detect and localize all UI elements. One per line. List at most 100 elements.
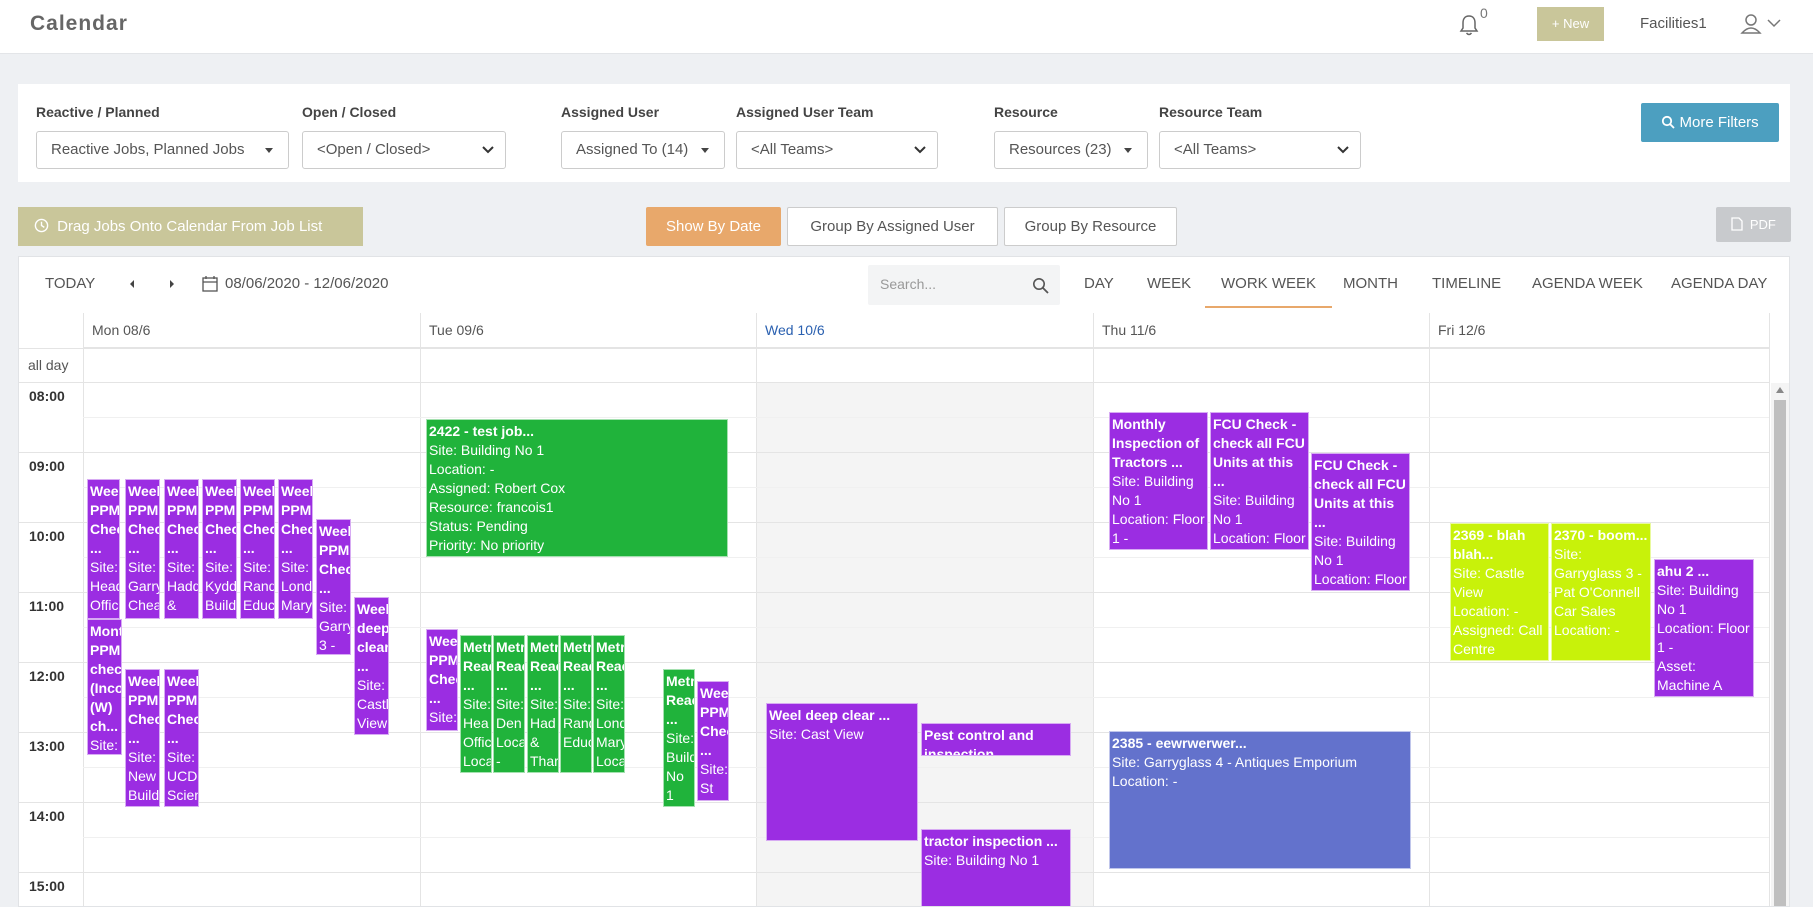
event-title: Weel PPM Chec ... [243,483,275,556]
event-title: Weel deep clear ... [769,707,891,723]
calendar-event[interactable]: Metr Reac ... Site: Had & Thar [527,635,559,773]
resource-dropdown[interactable]: Resources (23) [994,131,1148,169]
scroll-thumb[interactable] [1774,400,1786,906]
calendar-icon[interactable] [202,275,218,292]
view-day[interactable]: DAY [1084,275,1114,292]
reactive-planned-label: Reactive / Planned [36,104,160,120]
calendar-event[interactable]: Weel PPM Chec ...Site: Garryglass Chea L… [125,479,160,619]
resource-team-select[interactable]: <All Teams> [1159,131,1361,169]
top-bar: Calendar 0 + New Facilities1 [0,0,1813,54]
assigned-user-team-value: <All Teams> [751,141,834,158]
calendar-event[interactable]: Weel deep clear ... Site: Castl View [354,597,389,735]
calendar-event[interactable]: Weel PPM Chec ... Site: Lond Mary [278,479,313,619]
group-by-resource-button[interactable]: Group By Resource [1004,207,1177,246]
view-work-week[interactable]: WORK WEEK [1205,275,1333,308]
calendar-event[interactable]: Metr Reac ... Site: Hea Offic Loca [460,635,492,773]
next-icon[interactable] [167,279,177,289]
event-title: Weel PPM Chec ... [281,483,313,556]
show-by-date-button[interactable]: Show By Date [646,207,781,246]
calendar-event[interactable]: FCU Check - check all FCU Units at this … [1210,412,1309,550]
chevron-down-icon [914,146,926,154]
event-detail: Site: Cast View [769,726,864,742]
view-agenda-day[interactable]: AGENDA DAY [1671,275,1767,292]
user-name[interactable]: Facilities1 [1640,15,1707,32]
calendar: TODAY 08/06/2020 - 12/06/2020 Search... … [18,256,1790,907]
reactive-planned-dropdown[interactable]: Reactive Jobs, Planned Jobs [36,131,289,169]
prev-icon[interactable] [127,279,137,289]
event-title: Mont PPM chec (Inco (W) ch... [90,623,122,734]
calendar-event[interactable]: Metr Reac ... Site: Build No 1 Loca [663,669,695,807]
more-filters-label: More Filters [1679,114,1759,131]
search-icon [1662,115,1675,129]
calendar-event[interactable]: Weel PPM Chec ... Site: New Build [125,669,160,807]
vertical-scrollbar[interactable] [1771,383,1789,906]
event-title: FCU Check - check all FCU Units at this … [1213,416,1305,489]
calendar-event[interactable]: 2370 - boom... Site: Garryglass 3 - Pat O… [1551,523,1651,661]
event-detail: Site: Lond Mary Loca [596,696,625,769]
new-button[interactable]: + New [1537,7,1604,41]
assigned-user-dropdown[interactable]: Assigned To (14) [561,131,725,169]
event-title: Metr Reac ... [496,639,525,693]
calendar-event[interactable]: Pest control and inspection ...Site: Den… [921,723,1071,756]
bell-icon[interactable] [1456,12,1482,38]
calendar-event[interactable]: Weel PPM Chec ... Site: Hadd & [164,479,199,619]
calendar-event[interactable]: Monthly Inspection of Tractors ... Site: … [1109,412,1208,550]
calendar-event[interactable]: 2385 - eewrwerwer... Site: Garryglass 4 -… [1109,731,1411,869]
event-detail: Resource: Electrical Ltd [1453,659,1546,660]
scroll-up-icon[interactable] [1776,387,1784,393]
event-title: Weel PPM Chec ... [128,673,160,746]
search-box[interactable]: Search... [868,265,1060,305]
search-input[interactable]: Search... [880,276,936,292]
user-icon[interactable] [1740,11,1784,37]
pdf-button[interactable]: PDF [1716,207,1791,242]
calendar-event[interactable]: ahu 2 ... Site: Building No 1 Location: Fl… [1654,559,1754,697]
event-detail: Location: - [1453,603,1519,619]
calendar-event[interactable]: Weel PPM Chec ... Site: St Vinc [697,681,729,801]
assigned-user-team-select[interactable]: <All Teams> [736,131,938,169]
calendar-event[interactable]: Mont PPM chec (Inco (W) ch... Site: [87,619,122,755]
resource-label: Resource [994,104,1058,120]
view-month[interactable]: MONTH [1343,275,1398,292]
event-detail: Site: Hea Offic Loca [463,696,492,769]
more-filters-button[interactable]: More Filters [1641,103,1779,142]
app-title: Calendar [30,12,128,35]
search-icon[interactable] [1032,277,1049,294]
event-detail: Site: New Build [128,749,160,803]
assigned-user-value: Assigned To (14) [576,141,689,158]
event-detail: Site: Garry 3 - [319,599,351,653]
divider [1769,313,1770,906]
calendar-event[interactable]: Weel PPM Chec ... Site: Build No 1 [426,629,458,731]
calendar-event[interactable]: Weel PPM Chec ... Site: Kydd Build [202,479,237,619]
date-range[interactable]: 08/06/2020 - 12/06/2020 [225,275,388,292]
event-detail: Priority: No priority [429,537,545,553]
calendar-event[interactable]: Weel deep clear ... Site: Cast View [766,703,918,841]
calendar-event[interactable]: Weel PPM Chec ... Site: UCD Scien [164,669,199,807]
event-title: Metr Reac ... [596,639,625,693]
event-title: Weel PPM Chec ... [700,685,729,758]
group-by-user-button[interactable]: Group By Assigned User [787,207,998,246]
clock-icon [34,218,49,233]
calendar-event[interactable]: Weel PPM Chec ... Site: Rand Educ [240,479,275,619]
calendar-event[interactable]: Weel PPM Chec ... Site: Garry 3 - [316,519,351,655]
calendar-event[interactable]: Metr Reac ... Site: Rand Educ [560,635,592,773]
calendar-event[interactable]: tractor inspection ... Site: Building No … [921,829,1071,906]
calendar-event[interactable]: Metr Reac ... Site: Den Loca - [493,635,525,773]
calendar-event[interactable]: Weel PPM Chec ... Site: Head Offic [87,479,120,619]
open-closed-select[interactable]: <Open / Closed> [302,131,506,169]
calendar-event[interactable]: FCU Check - check all FCU Units at this … [1311,453,1410,591]
view-timeline[interactable]: TIMELINE [1432,275,1501,292]
calendar-event[interactable]: Metr Reac ... Site: Lond Mary Loca [593,635,625,773]
event-title: 2422 - test job... [429,423,535,439]
view-week[interactable]: WEEK [1147,275,1191,292]
event-title: Monthly Inspection of Tractors ... [1112,416,1200,470]
drag-jobs-button[interactable]: Drag Jobs Onto Calendar From Job List [18,207,363,246]
calendar-event[interactable]: 2369 - blah blah... Site: Castle View Loca… [1450,523,1549,661]
view-agenda-week[interactable]: AGENDA WEEK [1532,275,1643,292]
event-detail: Site: Had & Thar [530,696,559,769]
today-button[interactable]: TODAY [45,275,95,292]
filter-panel: Reactive / Planned Reactive Jobs, Planne… [18,84,1790,182]
event-title: Weel PPM Chec ... [167,483,199,556]
calendar-event[interactable]: 2422 - test job... Site: Building No 1 Loc… [426,419,728,557]
notification-count: 0 [1480,5,1488,21]
event-title: 2369 - blah blah... [1453,527,1526,562]
